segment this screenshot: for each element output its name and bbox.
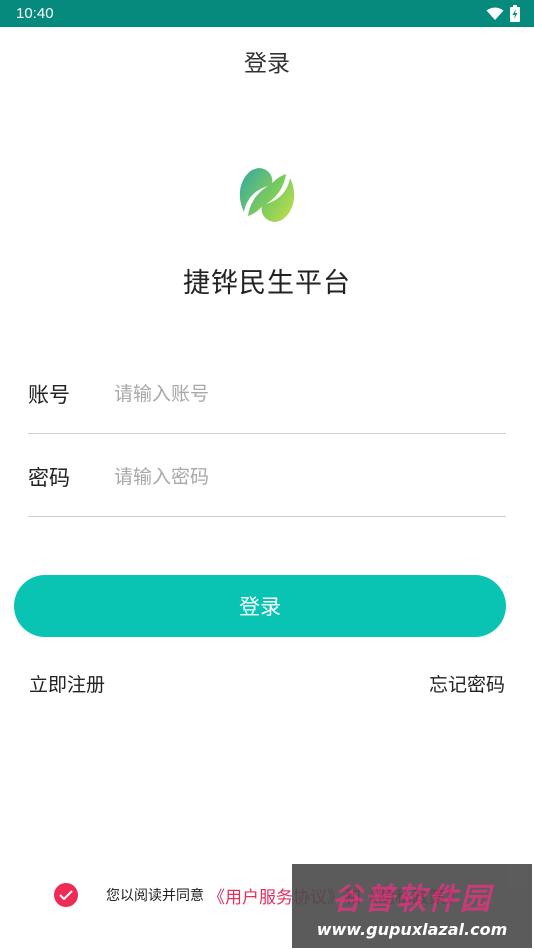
password-input[interactable] (114, 465, 506, 488)
login-button[interactable]: 登录 (14, 575, 506, 637)
checkmark-icon (59, 890, 73, 900)
wifi-icon (486, 7, 504, 20)
agreement-checkbox[interactable] (54, 883, 78, 907)
account-row: 账号 (28, 354, 506, 434)
page-title: 登录 (244, 51, 290, 77)
account-label: 账号 (28, 382, 70, 407)
battery-charging-icon (510, 5, 520, 22)
password-row: 密码 (28, 437, 506, 517)
status-icons (486, 5, 520, 22)
account-input[interactable] (114, 382, 506, 405)
app-name: 捷铧民生平台 (183, 268, 351, 299)
leaf-logo-icon (239, 168, 295, 222)
register-link[interactable]: 立即注册 (29, 670, 105, 697)
watermark-url: www.gupuxlazal.com (316, 919, 508, 939)
agreement-text: 您以阅读并同意 (106, 888, 204, 904)
watermark: 谷普软件园 www.gupuxlazal.com (292, 864, 532, 948)
status-time: 10:40 (16, 5, 54, 22)
forgot-password-link[interactable]: 忘记密码 (429, 670, 505, 697)
watermark-logo: 谷普软件园 (332, 881, 492, 917)
status-bar: 10:40 (0, 0, 534, 27)
password-label: 密码 (28, 465, 70, 490)
